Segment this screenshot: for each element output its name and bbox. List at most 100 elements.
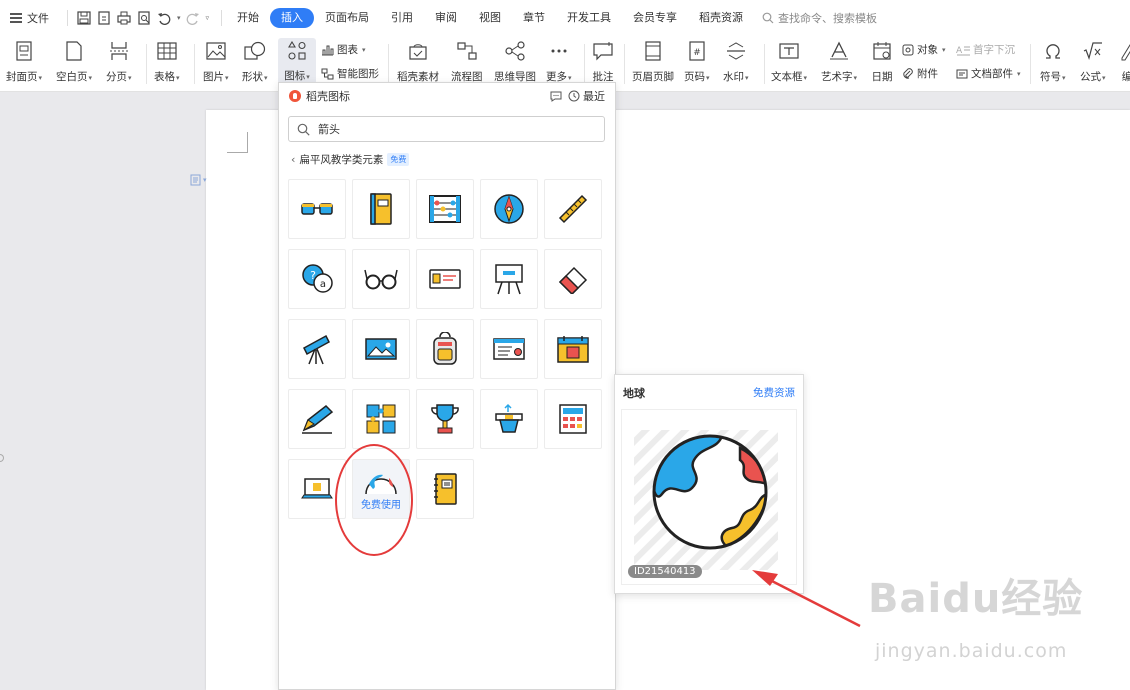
attachment-button[interactable]: 附件 [902, 66, 938, 81]
divider [624, 44, 625, 84]
page-number-button[interactable]: # 页码▾ [684, 40, 710, 84]
command-search[interactable]: 查找命令、搜索模板 [762, 10, 877, 26]
globe-icon-tile[interactable]: 免费使用 [352, 459, 410, 519]
pencil-icon-tile[interactable] [288, 389, 346, 449]
word-art-button[interactable]: 艺术字▾ [821, 40, 857, 84]
qa-chat-icon-tile[interactable]: ? a [288, 249, 346, 309]
blank-page-button[interactable]: 空白页▾ [56, 40, 92, 84]
panel-header: 稻壳图标 最近 [279, 83, 615, 109]
page-break-button[interactable]: 分页▾ [106, 40, 132, 84]
round-glasses-icon [364, 269, 398, 290]
text-box-icon [778, 40, 800, 62]
tab-review[interactable]: 审阅 [424, 8, 468, 28]
icon-id-badge: ID21540413 [628, 565, 702, 578]
calendar-tile-icon-tile[interactable] [544, 319, 602, 379]
recent-button[interactable]: 最近 [568, 88, 605, 104]
word-art-label: 艺术字 [821, 71, 853, 83]
header-footer-icon [642, 40, 664, 62]
undo-dropdown-icon[interactable]: ▾ [177, 14, 181, 22]
abacus-icon-tile[interactable] [416, 179, 474, 239]
more-button[interactable]: 更多▾ [546, 40, 572, 84]
laptop-icon-tile[interactable] [288, 459, 346, 519]
divider [221, 10, 223, 26]
shape-label: 形状 [242, 71, 263, 83]
paperclip-icon [903, 67, 913, 79]
export-pdf-icon[interactable] [96, 10, 112, 26]
print-preview-icon[interactable] [136, 10, 152, 26]
easel-board-icon [495, 264, 523, 295]
trophy-icon-tile[interactable] [416, 389, 474, 449]
print-icon[interactable] [116, 10, 132, 26]
puzzle-icon [366, 404, 396, 434]
smart-art-button[interactable]: 智能图形 [321, 66, 379, 81]
book-icon-tile[interactable] [352, 179, 410, 239]
calculator-icon-tile[interactable] [544, 389, 602, 449]
category-breadcrumb[interactable]: ‹ 扁平风教学类元素 免费 [291, 152, 410, 167]
tab-home[interactable]: 开始 [226, 8, 270, 28]
table-button[interactable]: 表格▾ [154, 40, 180, 84]
tab-view[interactable]: 视图 [468, 8, 512, 28]
docer-material-button[interactable]: 稻壳素材 [397, 40, 439, 84]
undo-icon[interactable] [156, 10, 172, 26]
compass-icon-tile[interactable] [480, 179, 538, 239]
drop-cap-button[interactable]: A 首字下沉 [956, 42, 1015, 57]
backpack-icon-tile[interactable] [416, 319, 474, 379]
paragraph-layout-icon[interactable]: ▾ [190, 174, 207, 186]
preview-title: 地球 [623, 387, 645, 400]
ruler-icon-tile[interactable] [544, 179, 602, 239]
qa-chat-icon: ?a [302, 264, 333, 293]
header-footer-button[interactable]: 页眉页脚 [632, 40, 674, 84]
formula-button[interactable]: 公式▾ [1080, 40, 1106, 84]
doc-parts-button[interactable]: 文档部件 ▾ [956, 66, 1021, 81]
file-menu[interactable]: 文件 [0, 0, 49, 36]
easel-board-icon-tile[interactable] [480, 249, 538, 309]
tab-member[interactable]: 会员专享 [622, 8, 688, 28]
flowchart-button[interactable]: 流程图 [451, 40, 483, 84]
redo-icon[interactable] [185, 10, 201, 26]
landscape-image-icon-tile[interactable] [352, 319, 410, 379]
telescope-icon-tile[interactable] [288, 319, 346, 379]
object-icon [902, 44, 914, 55]
laptop-icon [301, 478, 333, 499]
object-button[interactable]: 对象 ▾ [902, 42, 946, 57]
icon-button[interactable]: 图标▾ [278, 38, 316, 88]
glasses-icon-tile[interactable] [288, 179, 346, 239]
picture-button[interactable]: 图片▾ [203, 40, 229, 84]
free-resource-link[interactable]: 免费资源 [753, 385, 795, 400]
symbol-button[interactable]: 符号▾ [1040, 40, 1066, 84]
watermark-button[interactable]: 水印▾ [723, 40, 749, 84]
file-menu-label: 文件 [27, 12, 49, 25]
save-icon[interactable] [76, 10, 92, 26]
edit-button-partial[interactable]: 编 [1116, 40, 1130, 84]
eraser-icon-tile[interactable] [544, 249, 602, 309]
shape-button[interactable]: 形状▾ [242, 40, 268, 84]
id-card-icon-tile[interactable] [416, 249, 474, 309]
customize-toolbar-icon[interactable]: ▿ [206, 14, 210, 22]
round-glasses-icon-tile[interactable] [352, 249, 410, 309]
icon-search-input[interactable] [318, 122, 578, 136]
tab-page-layout[interactable]: 页面布局 [314, 8, 380, 28]
tab-insert[interactable]: 插入 [270, 8, 315, 28]
cover-page-button[interactable]: 封面页▾ [6, 40, 42, 84]
icon-search-box[interactable] [288, 116, 605, 142]
text-box-button[interactable]: 文本框▾ [771, 40, 807, 84]
puzzle-icon-tile[interactable] [352, 389, 410, 449]
flowchart-icon [456, 40, 478, 62]
mind-map-button[interactable]: 思维导图 [494, 40, 536, 84]
notebook-icon [434, 473, 457, 505]
tab-docer-resources[interactable]: 稻壳资源 [688, 8, 754, 28]
notebook-icon-tile[interactable] [416, 459, 474, 519]
watermark-icon [725, 40, 747, 62]
certificate-icon-tile[interactable] [480, 319, 538, 379]
tab-references[interactable]: 引用 [380, 8, 424, 28]
feedback-icon[interactable] [550, 90, 562, 102]
back-chevron-icon[interactable]: ‹ [291, 153, 295, 166]
podium-icon-tile[interactable] [480, 389, 538, 449]
free-badge: 免费 [387, 153, 410, 166]
tab-chapter[interactable]: 章节 [512, 8, 556, 28]
id-card-icon [429, 269, 461, 289]
chart-button[interactable]: 图表 ▾ [321, 42, 366, 57]
date-button[interactable]: 日期 [871, 40, 893, 84]
comment-button[interactable]: 批注 [592, 40, 614, 84]
tab-developer[interactable]: 开发工具 [556, 8, 622, 28]
